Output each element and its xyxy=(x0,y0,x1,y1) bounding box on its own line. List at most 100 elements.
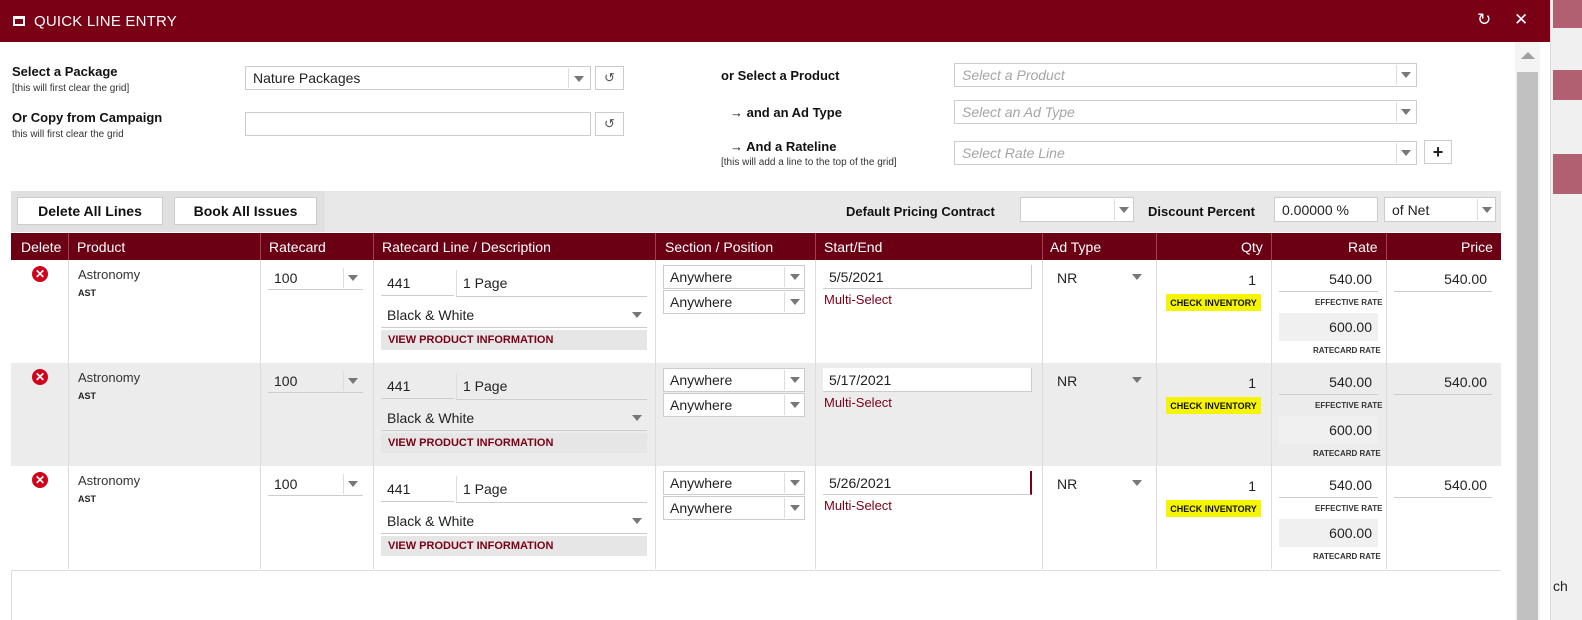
close-icon[interactable]: ✕ xyxy=(1514,10,1528,30)
chevron-down-icon[interactable] xyxy=(1132,480,1142,486)
chevron-down-icon[interactable] xyxy=(1132,274,1142,280)
divider xyxy=(784,395,785,415)
color-select[interactable]: Black & White xyxy=(381,508,647,534)
adtype-select[interactable]: NR xyxy=(1057,270,1077,286)
delete-all-lines-button[interactable]: Delete All Lines xyxy=(17,197,163,225)
effective-rate-input[interactable]: 540.00 xyxy=(1279,369,1378,395)
chevron-down-icon[interactable] xyxy=(790,377,800,383)
color-select[interactable]: Black & White xyxy=(381,405,647,431)
col-product[interactable]: Product xyxy=(77,239,125,255)
chevron-down-icon[interactable] xyxy=(632,518,642,524)
discount-percent-input[interactable]: 0.00000 % xyxy=(1274,197,1378,222)
divider xyxy=(1156,363,1157,466)
chevron-down-icon[interactable] xyxy=(574,76,584,82)
package-refresh-button[interactable]: ↺ xyxy=(595,66,624,90)
price-input[interactable]: 540.00 xyxy=(1394,266,1492,292)
chevron-down-icon[interactable] xyxy=(790,299,800,305)
chevron-down-icon[interactable] xyxy=(790,505,800,511)
col-section-position[interactable]: Section / Position xyxy=(665,239,773,255)
product-select[interactable]: Select a Product xyxy=(954,63,1417,87)
chevron-down-icon[interactable] xyxy=(348,378,358,384)
col-ad-type[interactable]: Ad Type xyxy=(1050,239,1101,255)
col-delete[interactable]: Delete xyxy=(21,239,61,255)
price-input[interactable]: 540.00 xyxy=(1394,472,1492,498)
book-all-issues-button[interactable]: Book All Issues xyxy=(174,197,317,225)
col-start-end[interactable]: Start/End xyxy=(824,239,882,255)
chevron-down-icon[interactable] xyxy=(348,275,358,281)
divider xyxy=(784,473,785,493)
adtype-select[interactable]: NR xyxy=(1057,476,1077,492)
section-value: Anywhere xyxy=(670,372,733,388)
package-select[interactable]: Nature Packages xyxy=(245,66,591,90)
multi-select-link[interactable]: Multi-Select xyxy=(824,395,892,410)
effective-rate-input[interactable]: 540.00 xyxy=(1279,266,1378,292)
scroll-up-icon[interactable] xyxy=(1521,52,1535,59)
scroll-thumb[interactable] xyxy=(1517,72,1538,620)
delete-row-icon[interactable]: ✕ xyxy=(32,369,48,385)
multi-select-link[interactable]: Multi-Select xyxy=(824,292,892,307)
chevron-down-icon[interactable] xyxy=(1401,109,1411,115)
rateline-description[interactable]: 1 Page xyxy=(456,476,647,503)
qty-value[interactable]: 1 xyxy=(1236,478,1256,494)
grid-toolbar: Delete All Lines Book All Issues Default… xyxy=(11,191,1501,232)
chevron-down-icon[interactable] xyxy=(1132,377,1142,383)
divider xyxy=(68,260,69,363)
divider xyxy=(373,363,374,466)
rateline-hint: [this will add a line to the top of the … xyxy=(721,157,897,168)
ratecard-value: 100 xyxy=(274,372,298,389)
vertical-scrollbar[interactable] xyxy=(1515,42,1540,620)
chevron-down-icon[interactable] xyxy=(348,481,358,487)
refresh-icon[interactable]: ↻ xyxy=(1477,10,1491,30)
rateline-description[interactable]: 1 Page xyxy=(456,373,647,400)
rateline-number-input[interactable]: 441 xyxy=(381,476,454,502)
chevron-down-icon[interactable] xyxy=(790,274,800,280)
qty-value[interactable]: 1 xyxy=(1236,375,1256,391)
col-ratecard-line[interactable]: Ratecard Line / Description xyxy=(382,239,551,255)
divider xyxy=(784,292,785,312)
chevron-down-icon[interactable] xyxy=(632,312,642,318)
table-row: ✕ Astronomy AST 100 441 1 Page Black & W… xyxy=(11,260,1501,363)
adtype-select[interactable]: NR xyxy=(1057,373,1077,389)
qty-value[interactable]: 1 xyxy=(1236,272,1256,288)
campaign-refresh-button[interactable]: ↺ xyxy=(595,112,624,136)
chevron-down-icon[interactable] xyxy=(1482,207,1492,213)
view-product-info-link[interactable]: VIEW PRODUCT INFORMATION xyxy=(381,433,647,453)
rateline-number-input[interactable]: 441 xyxy=(381,270,454,296)
start-date-input[interactable]: 5/26/2021 xyxy=(823,471,1032,495)
start-date-input[interactable]: 5/5/2021 xyxy=(823,265,1032,289)
view-product-info-link[interactable]: VIEW PRODUCT INFORMATION xyxy=(381,536,647,556)
rateline-placeholder: Select Rate Line xyxy=(962,145,1065,161)
view-product-info-link[interactable]: VIEW PRODUCT INFORMATION xyxy=(381,330,647,350)
col-price[interactable]: Price xyxy=(1461,239,1493,255)
price-input[interactable]: 540.00 xyxy=(1394,369,1492,395)
pricing-contract-select[interactable] xyxy=(1020,197,1134,222)
col-ratecard[interactable]: Ratecard xyxy=(269,239,326,255)
chevron-down-icon[interactable] xyxy=(790,402,800,408)
chevron-down-icon[interactable] xyxy=(632,415,642,421)
col-qty[interactable]: Qty xyxy=(1241,239,1263,255)
delete-row-icon[interactable]: ✕ xyxy=(32,266,48,282)
start-date-input[interactable]: 5/17/2021 xyxy=(823,368,1032,392)
col-rate[interactable]: Rate xyxy=(1348,239,1378,255)
chevron-down-icon[interactable] xyxy=(790,480,800,486)
chevron-down-icon[interactable] xyxy=(1401,150,1411,156)
add-rateline-button[interactable]: + xyxy=(1424,140,1452,164)
chevron-down-icon[interactable] xyxy=(1401,72,1411,78)
chevron-down-icon[interactable] xyxy=(1119,207,1129,213)
campaign-input[interactable] xyxy=(245,112,591,136)
divider xyxy=(815,466,816,569)
check-inventory-button[interactable]: CHECK INVENTORY xyxy=(1166,397,1261,414)
check-inventory-button[interactable]: CHECK INVENTORY xyxy=(1166,294,1261,311)
adtype-select[interactable]: Select an Ad Type xyxy=(954,100,1417,124)
background-window-edge: ch xyxy=(1550,0,1582,620)
color-select[interactable]: Black & White xyxy=(381,302,647,328)
effective-rate-input[interactable]: 540.00 xyxy=(1279,472,1378,498)
multi-select-link[interactable]: Multi-Select xyxy=(824,498,892,513)
of-net-select[interactable]: of Net xyxy=(1384,197,1496,222)
rateline-description[interactable]: 1 Page xyxy=(456,270,647,297)
window-title: QUICK LINE ENTRY xyxy=(34,12,177,30)
rateline-number-input[interactable]: 441 xyxy=(381,373,454,399)
delete-row-icon[interactable]: ✕ xyxy=(32,472,48,488)
rateline-select[interactable]: Select Rate Line xyxy=(954,141,1417,165)
check-inventory-button[interactable]: CHECK INVENTORY xyxy=(1166,500,1261,517)
